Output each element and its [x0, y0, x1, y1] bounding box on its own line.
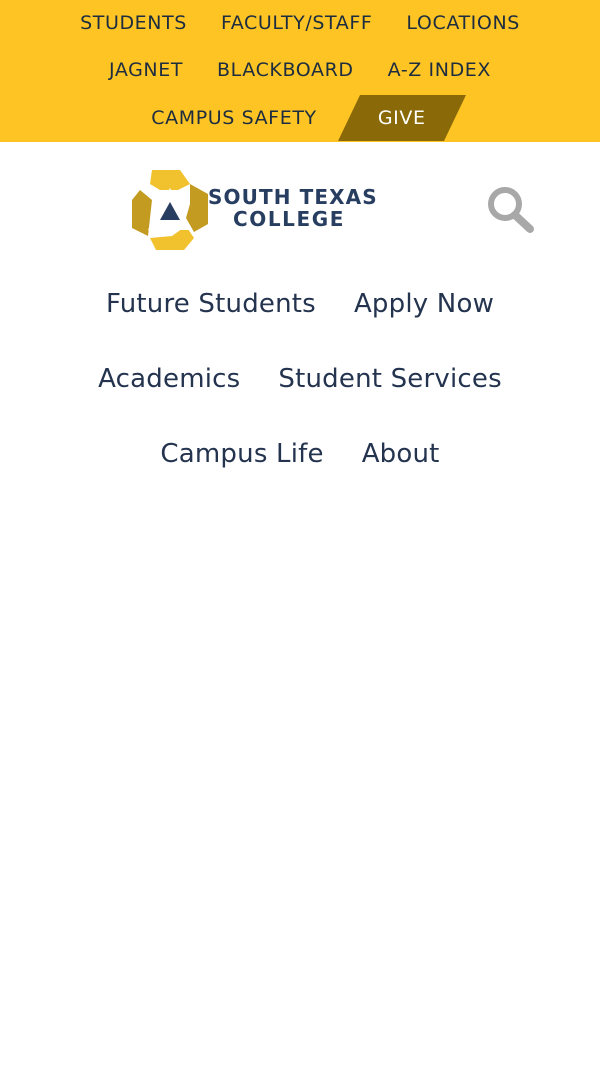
- utility-link-students[interactable]: STUDENTS: [80, 12, 187, 34]
- utility-row-2: JAGNET BLACKBOARD A-Z INDEX: [0, 46, 600, 94]
- nav-link-student-services[interactable]: Student Services: [278, 364, 501, 394]
- utility-link-jagnet[interactable]: JAGNET: [109, 59, 183, 81]
- logo-line-1: SOUTH TEXAS: [208, 185, 378, 209]
- utility-link-az-index[interactable]: A-Z INDEX: [388, 59, 491, 81]
- give-button[interactable]: GIVE: [337, 95, 466, 141]
- main-nav-row-2: Academics Student Services: [0, 351, 600, 407]
- utility-link-campus-safety[interactable]: CAMPUS SAFETY: [151, 107, 316, 129]
- main-nav-row-1: Future Students Apply Now: [0, 276, 600, 332]
- search-button[interactable]: [484, 184, 536, 236]
- logo-wordmark: SOUTH TEXAS COLLEGE: [208, 185, 378, 231]
- nav-link-about[interactable]: About: [362, 439, 440, 469]
- utility-bar: STUDENTS FACULTY/STAFF LOCATIONS JAGNET …: [0, 0, 600, 142]
- stc-triangle-logo-icon: [132, 170, 208, 250]
- utility-link-blackboard[interactable]: BLACKBOARD: [217, 59, 354, 81]
- search-icon: [488, 187, 534, 233]
- utility-link-faculty-staff[interactable]: FACULTY/STAFF: [221, 12, 372, 34]
- main-nav-row-3: Campus Life About: [0, 426, 600, 482]
- site-logo[interactable]: SOUTH TEXAS COLLEGE: [128, 166, 378, 252]
- give-button-label: GIVE: [377, 107, 426, 129]
- nav-link-apply-now[interactable]: Apply Now: [354, 289, 494, 319]
- logo-line-2: COLLEGE: [232, 207, 346, 231]
- utility-row-3: CAMPUS SAFETY GIVE: [0, 94, 600, 142]
- nav-link-campus-life[interactable]: Campus Life: [160, 439, 323, 469]
- utility-row-1: STUDENTS FACULTY/STAFF LOCATIONS: [0, 0, 600, 46]
- nav-link-academics[interactable]: Academics: [98, 364, 240, 394]
- utility-link-locations[interactable]: LOCATIONS: [406, 12, 520, 34]
- nav-link-future-students[interactable]: Future Students: [106, 289, 316, 319]
